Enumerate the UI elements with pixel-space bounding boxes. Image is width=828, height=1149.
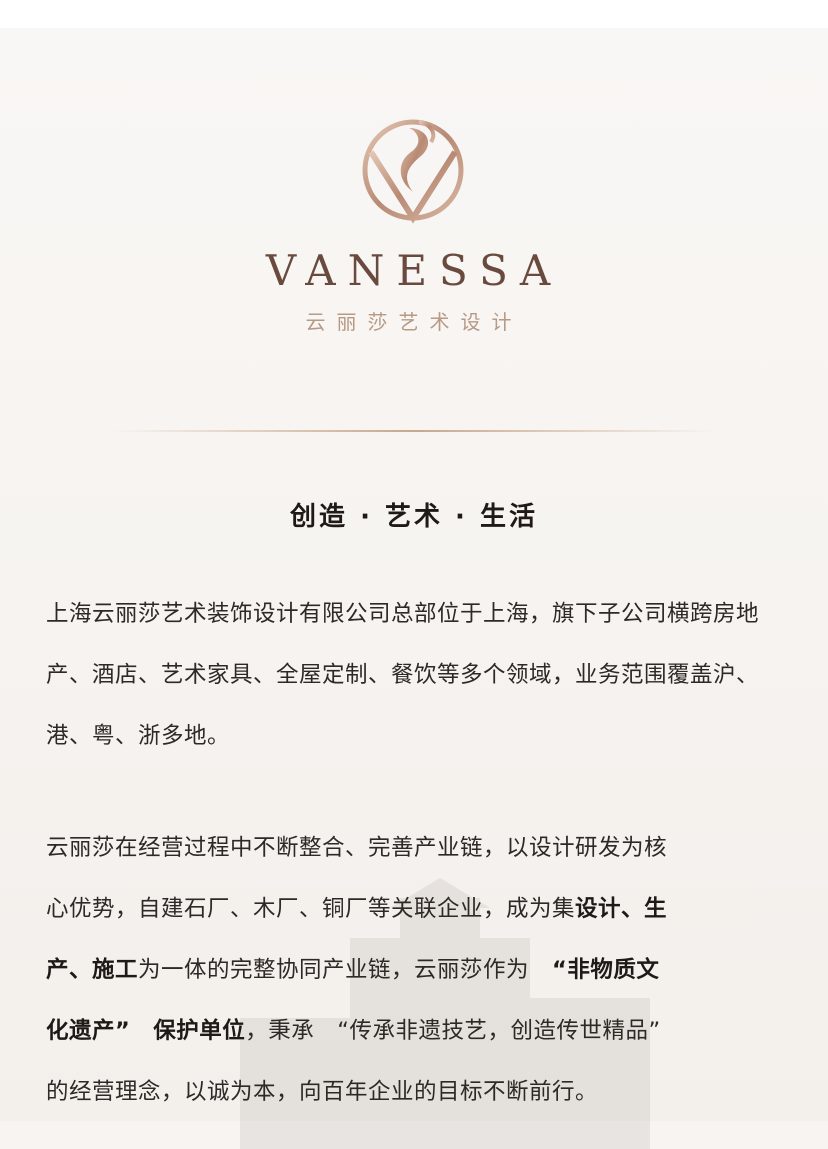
paragraph-line: 云丽莎在经营过程中不断整合、完善产业链，以设计研发为核 bbox=[46, 818, 782, 879]
page-background: VANESSA 云丽莎艺术设计 创造 · 艺术 · 生活 上海云丽莎艺术装饰设计… bbox=[0, 28, 828, 1149]
brand-subtitle: 云丽莎艺术设计 bbox=[305, 310, 523, 334]
bold-text: 设计、生 bbox=[575, 896, 668, 922]
brand-name: VANESSA bbox=[265, 246, 563, 295]
vanessa-logo-icon bbox=[362, 119, 464, 224]
top-bar bbox=[0, 0, 828, 28]
slogan-heading: 创造 · 艺术 · 生活 bbox=[290, 502, 538, 532]
text-segment: ，秉承 “传承非遗技艺，创造传世精品” bbox=[245, 1018, 661, 1044]
paragraph-line: 的经营理念，以诚为本，向百年企业的目标不断前行。 bbox=[46, 1062, 782, 1123]
paragraph-line: 产、施工为一体的完整协同产业链，云丽莎作为 “非物质文 bbox=[46, 940, 782, 1001]
text-segment: 的经营理念，以诚为本，向百年企业的目标不断前行。 bbox=[46, 1079, 599, 1105]
text-segment: 云丽莎在经营过程中不断整合、完善产业链，以设计研发为核 bbox=[46, 835, 668, 861]
paragraph-line: 化遗产” 保护单位，秉承 “传承非遗技艺，创造传世精品” bbox=[46, 1001, 782, 1062]
text-segment: 心优势，自建石厂、木厂、铜厂等关联企业，成为集 bbox=[46, 896, 576, 922]
bold-text: 产、施工 bbox=[46, 957, 139, 983]
bold-text: 化遗产” 保护单位 bbox=[46, 1018, 246, 1044]
company-paragraph: 云丽莎在经营过程中不断整合、完善产业链，以设计研发为核 心优势，自建石厂、木厂、铜… bbox=[46, 818, 782, 1123]
text-segment: 为一体的完整协同产业链，云丽莎作为 bbox=[138, 957, 553, 983]
gold-divider bbox=[112, 430, 716, 432]
bold-text: “非物质文 bbox=[552, 957, 660, 983]
paragraph-line: 心优势，自建石厂、木厂、铜厂等关联企业，成为集设计、生 bbox=[46, 879, 782, 940]
intro-paragraph: 上海云丽莎艺术装饰设计有限公司总部位于上海，旗下子公司横跨房地产、酒店、艺术家具… bbox=[46, 601, 760, 749]
